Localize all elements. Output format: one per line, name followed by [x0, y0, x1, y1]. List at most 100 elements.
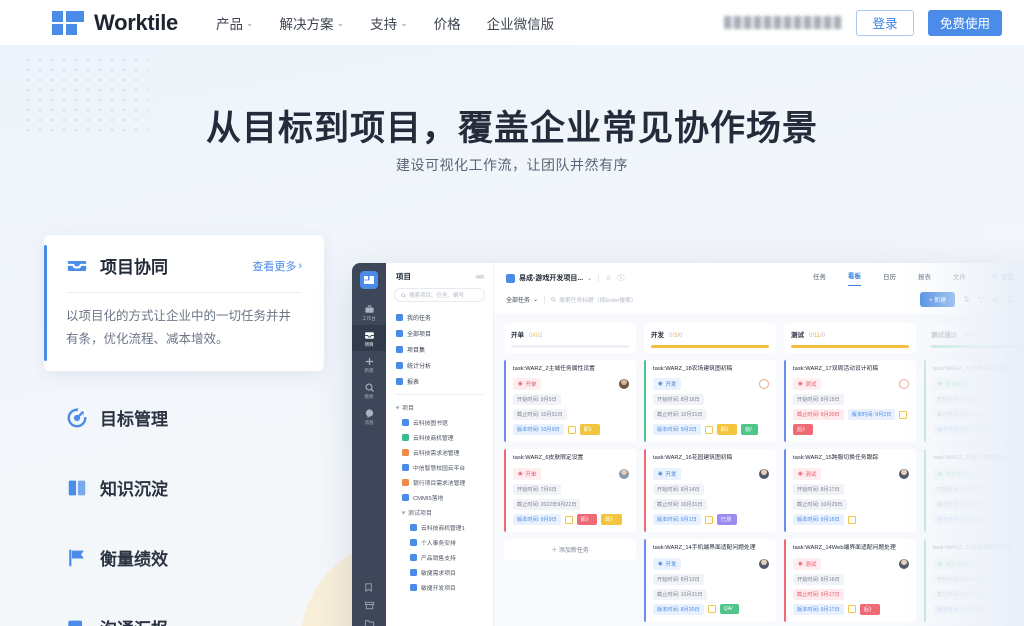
- project-link-统计分析[interactable]: 统计分析: [386, 357, 493, 373]
- nav-item-2[interactable]: 解决方案 ⌄: [280, 13, 345, 33]
- project-tree-item[interactable]: 敏捷开发项目: [386, 580, 493, 595]
- project-link-我的任务[interactable]: 我的任务: [386, 309, 493, 325]
- nav-item-3[interactable]: 支持 ⌄: [370, 13, 408, 33]
- avatar: [899, 469, 909, 480]
- nav-item-4[interactable]: 价格: [434, 13, 461, 33]
- project-link-报表[interactable]: 报表: [386, 373, 493, 389]
- status-label: 开发: [665, 472, 677, 479]
- login-button[interactable]: 登录: [856, 9, 914, 36]
- kanban-card[interactable]: task:WARZ_15跨服切换任务跟踪 ◉ 测试 开始时间: 8月17日 截止时间: …: [784, 449, 916, 533]
- kanban-card[interactable]: task:WARZ_14Web端界面适配问题处理 ◉ 测试 开始时间: 8月16日 截止…: [784, 539, 916, 622]
- feature-row-3[interactable]: 衡量绩效: [44, 531, 324, 584]
- project-link-项目集[interactable]: 项目集: [386, 341, 493, 357]
- sort-icon[interactable]: ⇅: [963, 295, 970, 304]
- kanban-card[interactable]: task:WARZ_14手机端界面适配问题处理 ◉ 开发 开始时间: 8月12日 截止时…: [644, 539, 776, 622]
- bookmark-icon[interactable]: [364, 582, 375, 593]
- project-tree-item[interactable]: 个人事务安排: [386, 535, 493, 550]
- add-task-button[interactable]: ＋ 添加新任务: [504, 539, 636, 561]
- project-tree-label: 云科技需求池管理: [413, 451, 460, 457]
- task-search-input[interactable]: 搜索任务标题（按Enter搜索）: [551, 295, 637, 304]
- rail-item-工作台[interactable]: 工作台: [352, 299, 386, 325]
- card-field-chip: 版本时间: 10月3日: [933, 603, 984, 615]
- project-link-全部项目[interactable]: 全部项目: [386, 325, 493, 341]
- kanban-card[interactable]: task:WARZ_23会不跨服使用 ◉ 测试通过 开始时间: 8月21日 截止时间: …: [924, 449, 1024, 533]
- folder-icon[interactable]: [364, 618, 375, 626]
- project-tree-item[interactable]: 云科技商机管理: [386, 430, 493, 445]
- project-search-input[interactable]: 搜索项目、任务、编号: [394, 288, 485, 302]
- kanban-card[interactable]: task:WARZ_6皮肤限定设置 ◉ 开单 开始时间: 7月6日 截止时间: 2022…: [504, 449, 636, 533]
- kanban-card[interactable]: task:WARZ_17双周活动设计初稿 ◉ 测试 开始时间: 8月15日 截止时间: …: [784, 359, 916, 443]
- chevron-down-icon[interactable]: ⌄: [587, 275, 592, 282]
- project-tree-item[interactable]: 产品销售支持: [386, 550, 493, 565]
- status-dot-icon: ◉: [518, 471, 523, 478]
- collapse-panel-icon[interactable]: ⋘: [475, 273, 485, 281]
- project-subgroup-header[interactable]: 测试项目: [386, 505, 493, 520]
- tab-报表[interactable]: 报表: [918, 271, 931, 286]
- toolbar-actions: + 新建 ⇅ ▽ ⇄ ☰: [920, 292, 1014, 307]
- project-group-header[interactable]: 项目: [386, 400, 493, 415]
- kanban-card[interactable]: task:WARZ_18农场建筑图初稿 ◉ 开发 开始时间: 8月16日 截止时间: 1…: [644, 359, 776, 443]
- nav-item-5[interactable]: 企业微信版: [487, 13, 555, 33]
- kanban-card[interactable]: task:WARZ_2主城任务属性设置 ◉ 开单 开始时间: 9月5日 截止时间: 10…: [504, 359, 636, 443]
- group-icon[interactable]: ⇄: [992, 295, 999, 304]
- project-tree-label: 云科技商机管理: [413, 436, 454, 442]
- tab-看板[interactable]: 看板: [848, 270, 861, 286]
- info-icon[interactable]: ⓘ: [617, 273, 624, 283]
- new-task-button[interactable]: + 新建: [920, 292, 956, 307]
- project-tree-item[interactable]: 中信智慧校园云平台: [386, 460, 493, 475]
- rail-item-消息[interactable]: 消息: [352, 403, 386, 429]
- project-tree-label: 云科技图书馆: [413, 421, 448, 427]
- project-tree-label: 敏捷开发项目: [421, 586, 456, 592]
- rail-item-label: 工作台: [362, 316, 376, 321]
- feature-row-1[interactable]: 目标管理: [44, 391, 324, 444]
- kanban-card[interactable]: task:WARZ_16花园建筑图初稿 ◉ 开发 开始时间: 8月14日 截止时间: 1…: [644, 449, 776, 533]
- card-field-row: 开始时间: 8月15日: [793, 394, 909, 406]
- item-color-icon: [396, 329, 403, 337]
- tab-文件[interactable]: 文件: [953, 271, 966, 286]
- project-tree-item[interactable]: 云科技需求池管理: [386, 445, 493, 460]
- project-tree-item[interactable]: CMMI5落地: [386, 490, 493, 505]
- project-tree-item[interactable]: 云科技商机管理1: [386, 520, 493, 535]
- free-trial-button[interactable]: 免费使用: [928, 9, 1002, 36]
- contact-phone-redacted: [724, 16, 842, 29]
- archive-icon[interactable]: [364, 600, 375, 611]
- brand-logo[interactable]: Worktile: [52, 10, 178, 36]
- filter-icon[interactable]: ▽: [978, 295, 984, 304]
- divider: [395, 394, 484, 395]
- card-title: task:WARZ_18农场建筑图初稿: [653, 365, 733, 372]
- tab-任务[interactable]: 任务: [813, 271, 826, 286]
- app-left-rail: 工作台项目新建搜索消息 ?: [352, 263, 386, 626]
- feature-row-4[interactable]: 沟通汇报: [44, 601, 324, 626]
- status-dot-icon: ◉: [938, 471, 943, 478]
- settings-button[interactable]: 设置: [992, 271, 1014, 286]
- card-tag: 后》: [859, 603, 881, 615]
- card-field-row: 截止时间: 10月3日: [933, 588, 1024, 600]
- project-tree-item[interactable]: 敏捷需求项目: [386, 565, 493, 580]
- kanban-card[interactable]: task:WARZ_11头部中英文切换 ◉ 测试通过 开始时间: 7月9日 截止时间: …: [924, 359, 1024, 443]
- kanban-board: 开单 0/0/2 task:WARZ_2主城任务属性设置 ◉ 开单 开始时间: 9月5日截…: [494, 314, 1024, 626]
- page-title: 从目标到项目，覆盖企业常见协作场景: [205, 109, 818, 148]
- card-field-row: 开始时间: 7月9日: [933, 394, 1024, 406]
- card-footer-row: 版本时间: 9月9日 即》 即》: [513, 514, 629, 526]
- rail-item-项目[interactable]: 项目: [352, 325, 386, 351]
- feature-card-project-collaboration[interactable]: 项目协同 查看更多 › 以项目化的方式让企业中的一切任务并井有条，优化流程、减本…: [44, 235, 324, 372]
- tag-marker-icon: [987, 605, 996, 614]
- task-filter-dropdown[interactable]: 全部任务 ⌄: [506, 295, 538, 304]
- card-field-chip: 开始时间: 8月21日: [933, 484, 984, 496]
- project-tree-item[interactable]: 银行项目需求池管理: [386, 475, 493, 490]
- card-field-chip: 截止时间: 9月17日: [793, 588, 844, 600]
- card-field-chip: 开始时间: 8月15日: [793, 394, 844, 406]
- list-view-icon[interactable]: ☰: [1007, 295, 1014, 304]
- star-icon[interactable]: ☆: [605, 274, 611, 282]
- app-logo-icon[interactable]: [360, 271, 378, 289]
- rail-item-新建[interactable]: 新建: [352, 351, 386, 377]
- rail-item-搜索[interactable]: 搜索: [352, 377, 386, 403]
- kanban-card[interactable]: task:WARZ_16农场建筑图初稿 ◉ 测试通过 开始时间: 8月20日 截止时间:…: [924, 539, 1024, 622]
- project-tree-item[interactable]: 云科技图书馆: [386, 415, 493, 430]
- feature-row-2[interactable]: 知识沉淀: [44, 461, 324, 514]
- nav-item-1[interactable]: 产品 ⌄: [216, 13, 254, 33]
- card-field-chip: 版本时间: 9月16日: [793, 514, 844, 526]
- view-more-link[interactable]: 查看更多 ›: [252, 258, 302, 274]
- tab-日历[interactable]: 日历: [883, 271, 896, 286]
- tag-marker-icon: [564, 515, 573, 524]
